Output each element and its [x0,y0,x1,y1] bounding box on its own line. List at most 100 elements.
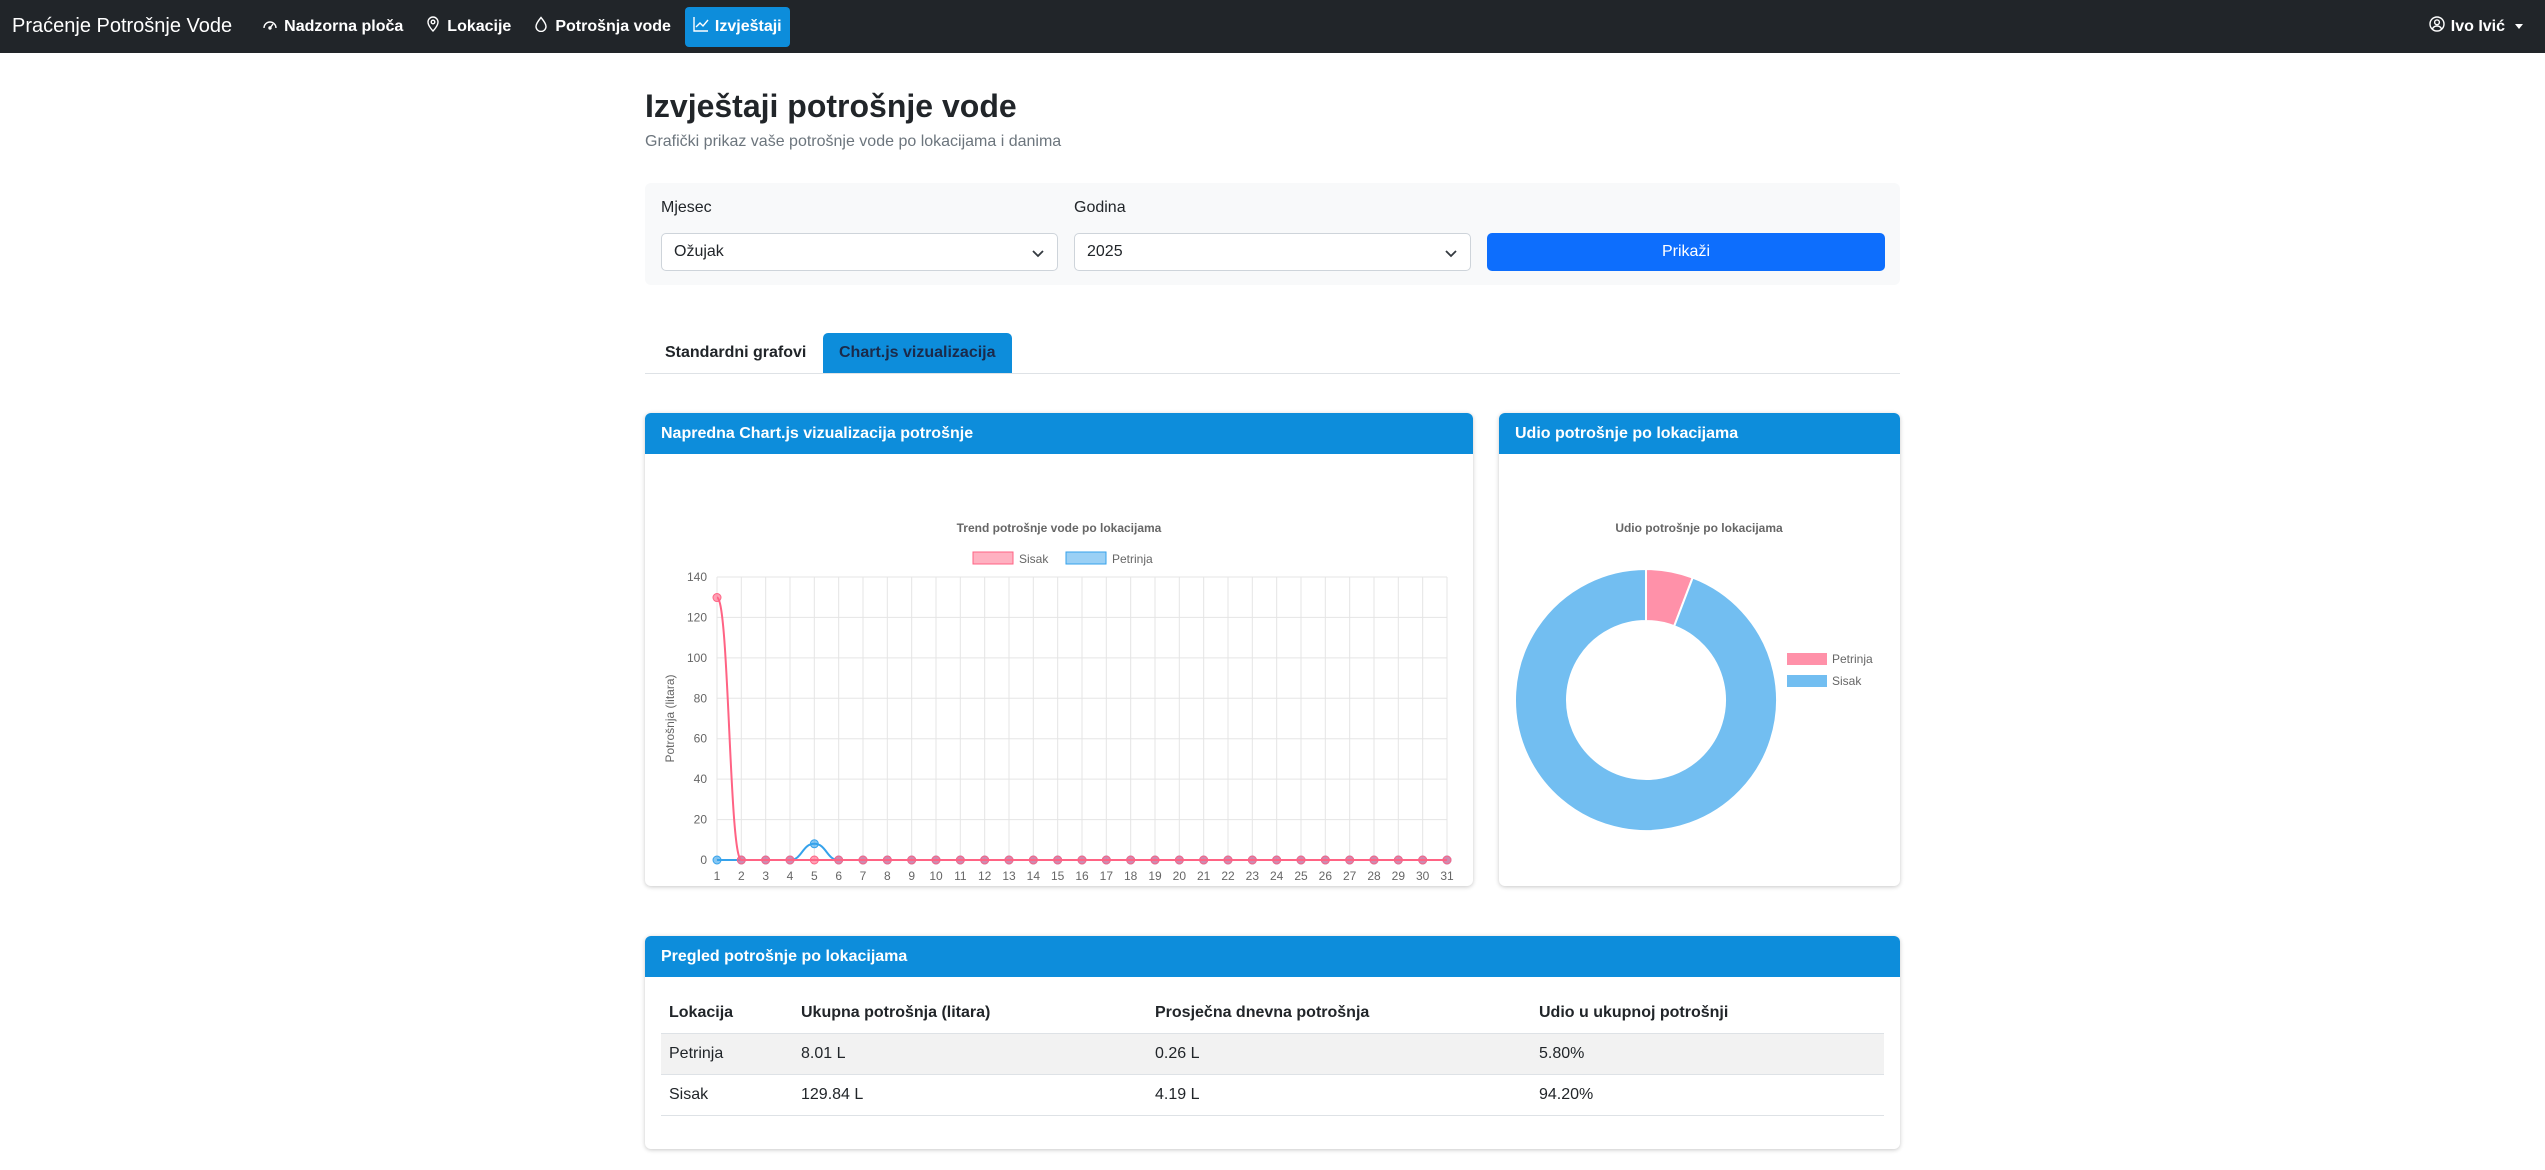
tab-chartjs[interactable]: Chart.js vizualizacija [823,333,1012,373]
data-point-sisak [1296,855,1306,865]
table-row: Sisak 129.84 L 4.19 L 94.20% [661,1074,1884,1116]
year-select[interactable]: 2025 [1074,233,1471,271]
nav-item-dashboard[interactable]: Nadzorna ploča [254,7,411,47]
data-point-sisak [1126,855,1136,865]
x-tick-label: 24 [1270,869,1284,883]
line-chart-body: Trend potrošnje vode po lokacijama Sisak P… [645,454,1473,886]
x-tick-label: 13 [1002,869,1016,883]
pie-legend-label-petrinja: Petrinja [1832,652,1873,666]
data-point-sisak [980,855,990,865]
doughnut-chart: Udio potrošnje po lokacijama Petrinja Sisa… [1514,521,1873,832]
y-tick-label: 20 [694,813,708,827]
legend-swatch-petrinja [1065,551,1107,565]
column-header: Prosječna dnevna potrošnja [1147,993,1531,1034]
y-axis-title: Potrošnja (litara) [663,674,677,762]
graph-up-icon [693,16,709,37]
user-circle-icon [2429,16,2445,37]
x-tick-label: 4 [787,869,794,883]
tab-standard-charts[interactable]: Standardni grafovi [649,333,822,373]
table-cell: 94.20% [1531,1074,1884,1116]
x-tick-label: 14 [1027,869,1041,883]
location-summary-table: Lokacija Ukupna potrošnja (litara) Prosj… [661,993,1884,1116]
pie-slice-sisak [1514,567,1778,832]
x-tick-label: 21 [1197,869,1211,883]
table-cell: 4.19 L [1147,1074,1531,1116]
data-point-sisak [1345,855,1355,865]
x-tick-label: 15 [1051,869,1065,883]
filter-form: Mjesec Ožujak Godina 2025 Prikaži [645,183,1900,285]
report-tabs: Standardni grafovi Chart.js vizualizacij… [645,333,1900,374]
data-point-sisak [761,855,771,865]
data-point-sisak [1223,855,1233,865]
pie-chart-body: Udio potrošnje po lokacijama Petrinja Sisa… [1499,454,1900,886]
x-tick-label: 26 [1319,869,1333,883]
page-subtitle: Grafički prikaz vaše potrošnje vode po l… [645,133,1062,150]
data-point-sisak [858,855,868,865]
table-cell: 5.80% [1531,1033,1884,1075]
y-tick-label: 100 [687,651,707,665]
x-tick-label: 29 [1392,869,1406,883]
x-tick-label: 28 [1367,869,1381,883]
page-title: Izvještaji potrošnje vode [645,88,1017,124]
legend-swatch-sisak [972,551,1014,565]
x-tick-label: 6 [835,869,842,883]
nav-item-reports[interactable]: Izvještaji [684,6,790,47]
x-tick-label: 11 [954,869,967,883]
x-tick-label: 30 [1416,869,1430,883]
data-point-sisak [1028,855,1038,865]
table-card-body: Lokacija Ukupna potrošnja (litara) Prosj… [645,993,1900,1116]
top-navbar: Praćenje Potrošnje Vode Nadzorna ploča L… [0,0,2545,53]
chevron-down-icon [1444,246,1458,260]
data-point-sisak [1393,855,1403,865]
x-tick-label: 3 [762,869,769,883]
speedometer-icon [262,16,278,37]
show-button[interactable]: Prikaži [1487,233,1885,271]
data-point-sisak [1320,855,1330,865]
data-point-sisak [1247,855,1257,865]
month-label: Mjesec [661,199,712,216]
table-cell: 0.26 L [1147,1033,1531,1075]
brand-title[interactable]: Praćenje Potrošnje Vode [12,15,232,38]
x-tick-label: 31 [1440,869,1454,883]
legend-label-sisak: Sisak [1019,552,1049,566]
map-pin-icon [425,16,441,37]
line-chart-title: Trend potrošnje vode po lokacijama [957,521,1162,535]
x-tick-label: 8 [884,869,891,883]
x-tick-label: 12 [978,869,992,883]
line-chart-card: Napredna Chart.js vizualizacija potrošnj… [645,413,1473,886]
x-tick-label: 10 [929,869,943,883]
pie-legend-label-sisak: Sisak [1832,674,1862,688]
user-menu[interactable]: Ivo Ivić [2429,16,2533,37]
column-header: Udio u ukupnoj potrošnji [1531,993,1884,1034]
x-tick-label: 2 [738,869,745,883]
nav-item-locations[interactable]: Lokacije [417,7,519,47]
data-point-sisak [907,855,917,865]
pie-chart-title: Udio potrošnje po lokacijama [1615,521,1783,535]
x-tick-label: 25 [1294,869,1308,883]
year-label: Godina [1074,199,1126,216]
data-point-sisak [931,855,941,865]
x-tick-label: 19 [1148,869,1162,883]
data-point-sisak [1199,855,1209,865]
data-point-sisak [1077,855,1087,865]
table-cell: 8.01 L [793,1033,1147,1075]
chevron-down-icon [1031,246,1045,260]
month-select[interactable]: Ožujak [661,233,1058,271]
nav-item-label: Potrošnja vode [555,17,671,35]
main-container: Izvještaji potrošnje vode Grafički prika… [645,53,1900,374]
x-tick-label: 16 [1075,869,1089,883]
x-tick-label: 1 [714,869,721,883]
y-tick-label: 120 [687,610,707,624]
data-point-sisak [1442,855,1452,865]
data-point-sisak [785,855,795,865]
data-point-sisak [1174,855,1184,865]
data-point-sisak [1272,855,1282,865]
x-tick-label: 17 [1100,869,1114,883]
data-point-sisak [712,593,722,603]
x-tick-label: 5 [811,869,818,883]
x-tick-label: 22 [1221,869,1235,883]
data-point-petrinja [809,839,819,849]
droplet-icon [533,16,549,37]
nav-item-water-usage[interactable]: Potrošnja vode [525,7,679,47]
table-row: Petrinja 8.01 L 0.26 L 5.80% [661,1033,1884,1075]
